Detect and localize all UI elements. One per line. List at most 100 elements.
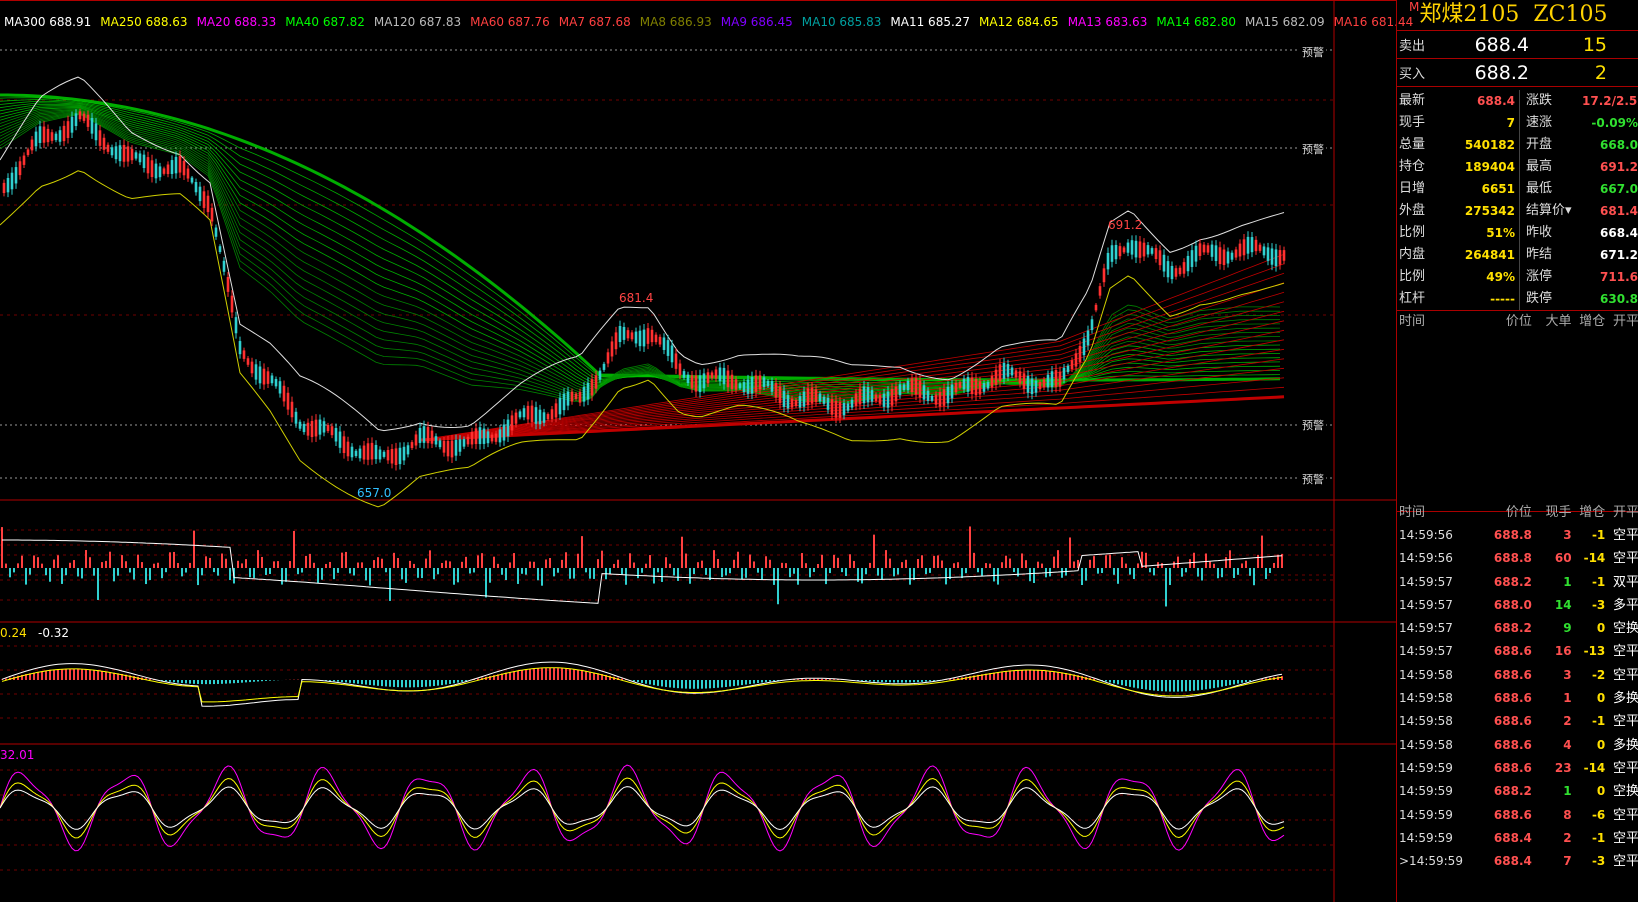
candle-body (370, 442, 374, 460)
alert-line-label[interactable]: 预警 (1300, 417, 1326, 433)
ma-legend-item[interactable]: MA14 682.80 (1156, 15, 1236, 29)
tick-row[interactable]: 14:59:58 688.6 3 -2 空平 (1397, 664, 1638, 687)
stat-value: 275342 (1441, 200, 1520, 222)
candle-body (746, 379, 750, 394)
volume-bar (197, 568, 199, 586)
stat-value: 691.2 (1600, 160, 1638, 174)
tick-open-close: 空换 (1612, 784, 1638, 800)
volume-bar (257, 550, 259, 568)
tick-time: 14:59:58 (1399, 667, 1453, 682)
ma-legend-item[interactable]: MA10 685.83 (802, 15, 882, 29)
volume-bar (1057, 550, 1059, 568)
ma-legend-item[interactable]: MA250 688.63 (100, 15, 187, 29)
volume-bar (1269, 568, 1271, 574)
tick-list[interactable]: 时间 价位 现手 增仓 开平 14:59:56 688.8 3 -1 空平 14:59:5… (1397, 502, 1638, 873)
candle-body (1258, 244, 1262, 251)
tick-row[interactable]: 14:59:56 688.8 3 -1 空平 (1397, 524, 1638, 547)
tick-row[interactable]: 14:59:57 688.2 9 0 空换 (1397, 617, 1638, 640)
candle-body (870, 390, 874, 402)
volume-bar (1273, 562, 1275, 568)
ask-row[interactable]: 卖出 688.4 15 (1397, 31, 1638, 59)
volume-bar (761, 568, 763, 580)
tick-oi-change: -3 (1591, 597, 1606, 612)
instrument-title[interactable]: M郑煤2105 ZC105 (1397, 0, 1638, 31)
volume-bar (49, 568, 51, 582)
ma-legend-item[interactable]: MA13 683.63 (1068, 15, 1148, 29)
tick-row[interactable]: 14:59:59 688.6 8 -6 空平 (1397, 804, 1638, 827)
candle-body (474, 428, 478, 445)
candle-body (1158, 250, 1162, 266)
tick-row[interactable]: >14:59:59 688.4 7 -3 空平 (1397, 850, 1638, 873)
candle-body (182, 161, 186, 176)
tick-row[interactable]: 14:59:59 688.2 1 0 空换 (1397, 780, 1638, 803)
volume-bar (993, 568, 995, 582)
ma-legend-item[interactable]: MA9 686.45 (721, 15, 793, 29)
ma-legend-item[interactable]: MA20 688.33 (197, 15, 277, 29)
candle-body (658, 336, 662, 345)
chart-canvas[interactable] (0, 0, 1396, 902)
bid-row[interactable]: 买入 688.2 2 (1397, 59, 1638, 87)
volume-bar (921, 555, 923, 568)
candle-body (790, 398, 794, 408)
tick-row[interactable]: 14:59:59 688.6 23 -14 空平 (1397, 757, 1638, 780)
tick-row[interactable]: 14:59:57 688.2 1 -1 双平 (1397, 571, 1638, 594)
ma-legend-item[interactable]: MA60 687.76 (470, 15, 550, 29)
candle-body (614, 332, 618, 350)
ask-label: 卖出 (1399, 39, 1426, 54)
ma-legend-item[interactable]: MA11 685.27 (890, 15, 970, 29)
ma-legend-item[interactable]: MA120 687.83 (374, 15, 461, 29)
tick-price: 688.6 (1493, 667, 1532, 682)
ma-legend-item[interactable]: MA300 688.91 (4, 15, 91, 29)
candle-body (986, 382, 990, 389)
volume-bar (1161, 563, 1163, 568)
tick-price: 688.4 (1493, 830, 1532, 845)
candle-body (742, 382, 746, 393)
alert-line-label[interactable]: 预警 (1300, 471, 1326, 487)
candle-body (918, 380, 922, 398)
tick-row[interactable]: 14:59:58 688.6 4 0 多换 (1397, 734, 1638, 757)
ma-legend-item[interactable]: MA8 686.93 (640, 15, 712, 29)
candle-body (1122, 247, 1126, 253)
market-marker: M (1409, 0, 1420, 14)
volume-bar (1249, 568, 1251, 576)
volume-bar (1121, 557, 1123, 568)
volume-bar (1261, 535, 1263, 568)
tick-row[interactable]: 14:59:58 688.6 2 -1 空平 (1397, 710, 1638, 733)
candle-body (1218, 247, 1222, 265)
stat-value: 49% (1441, 266, 1520, 288)
ma-legend-item[interactable]: MA7 687.68 (559, 15, 631, 29)
candle-body (518, 411, 522, 418)
candle-body (1214, 245, 1218, 262)
candle-body (162, 168, 166, 174)
tick-row[interactable]: 14:59:59 688.4 2 -1 空平 (1397, 827, 1638, 850)
chart-area[interactable]: MA300 688.91 MA250 688.63 MA20 688.33 MA40 … (0, 0, 1413, 902)
alert-line-label[interactable]: 预警 (1300, 44, 1326, 60)
tick-time: 14:59:57 (1399, 574, 1453, 589)
tick-row[interactable]: 14:59:57 688.0 14 -3 多平 (1397, 594, 1638, 617)
ma-legend-item[interactable]: MA12 684.65 (979, 15, 1059, 29)
tick-row[interactable]: 14:59:57 688.6 16 -13 空平 (1397, 640, 1638, 663)
volume-bar (877, 568, 879, 576)
stat-label[interactable]: 结算价▾ (1520, 200, 1582, 222)
ma-legend-item[interactable]: MA40 687.82 (285, 15, 365, 29)
volume-bar (637, 568, 639, 579)
tick-time: 14:59:56 (1399, 551, 1453, 566)
alert-line-label[interactable]: 预警 (1300, 141, 1326, 157)
candle-body (926, 390, 930, 401)
candle-body (866, 387, 870, 403)
candle-body (798, 396, 802, 408)
col-big-order: 大单 (1545, 314, 1572, 329)
tick-row[interactable]: 14:59:58 688.6 1 0 多换 (1397, 687, 1638, 710)
volume-bar (277, 561, 279, 568)
candle-body (578, 392, 582, 403)
candle-body (1042, 379, 1046, 388)
candle-body (450, 440, 454, 458)
candle-body (786, 395, 790, 409)
candle-body (1046, 374, 1050, 388)
candle-body (930, 395, 934, 401)
tick-price: 688.2 (1493, 574, 1532, 589)
tick-row[interactable]: 14:59:56 688.8 60 -14 空平 (1397, 547, 1638, 570)
candle-body (958, 382, 962, 388)
ma-legend-item[interactable]: MA15 682.09 (1245, 15, 1325, 29)
candle-body (546, 414, 550, 420)
